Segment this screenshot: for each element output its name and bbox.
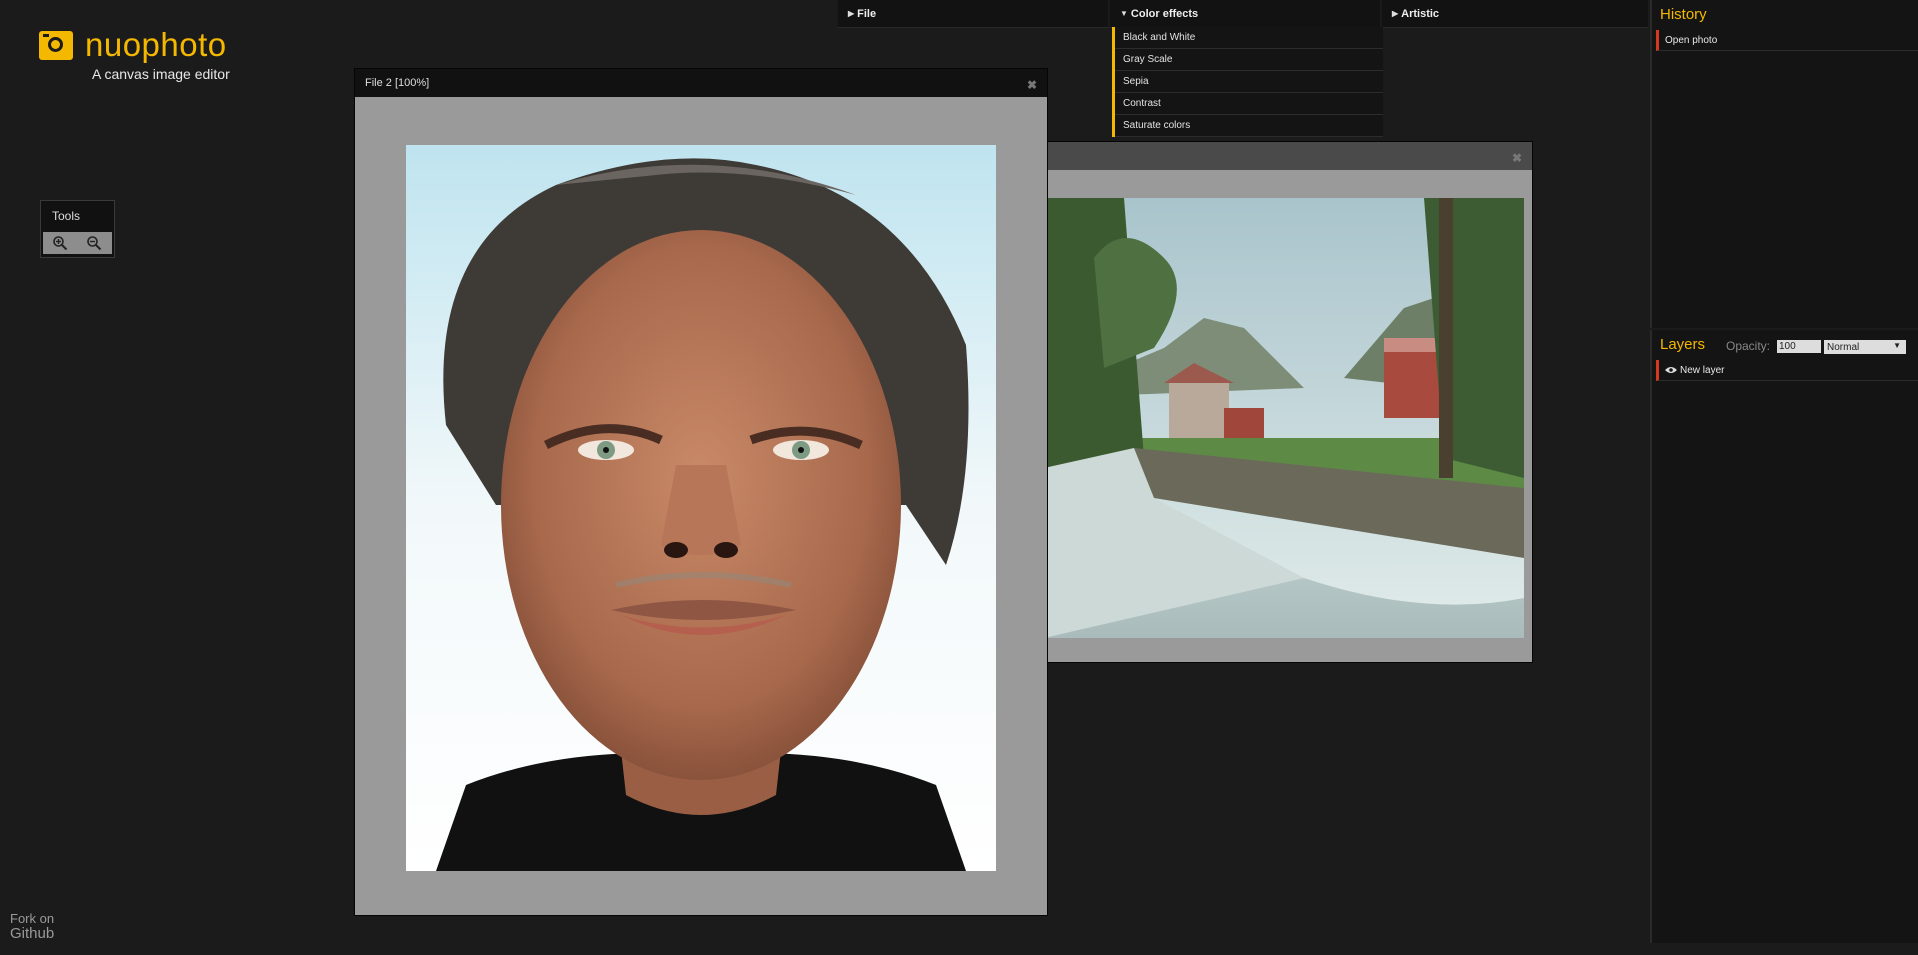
window-title: File 2 [100%] bbox=[365, 77, 430, 89]
zoom-in-icon bbox=[53, 236, 68, 251]
menu-color-effects-label: Color effects bbox=[1130, 7, 1199, 20]
github-label: Github bbox=[10, 925, 55, 942]
portrait-canvas[interactable] bbox=[406, 145, 996, 871]
zoom-out-button[interactable] bbox=[77, 232, 111, 254]
landscape-image bbox=[1044, 198, 1524, 638]
close-icon[interactable]: ✖ bbox=[1512, 151, 1522, 165]
app-title: nuophoto bbox=[85, 26, 227, 63]
triangle-down-icon: ▼ bbox=[1120, 9, 1128, 18]
menu-file[interactable]: ▶ File bbox=[838, 0, 1108, 28]
app-subtitle: A canvas image editor bbox=[92, 66, 230, 82]
menu-artistic[interactable]: ▶ Artistic bbox=[1382, 0, 1648, 28]
zoom-in-button[interactable] bbox=[43, 232, 77, 254]
tools-buttons bbox=[43, 232, 112, 254]
window-titlebar[interactable]: File 2 [100%] bbox=[355, 69, 1047, 97]
menu-item-contrast[interactable]: Contrast bbox=[1115, 93, 1383, 115]
eye-icon[interactable] bbox=[1665, 366, 1677, 374]
triangle-right-icon: ▶ bbox=[848, 9, 855, 18]
menu-color-effects[interactable]: ▼ Color effects bbox=[1110, 0, 1380, 28]
history-item-open-photo[interactable]: Open photo bbox=[1656, 30, 1918, 51]
opacity-input[interactable] bbox=[1777, 340, 1821, 353]
menu-item-sepia[interactable]: Sepia bbox=[1115, 71, 1383, 93]
triangle-right-icon: ▶ bbox=[1392, 9, 1399, 18]
menu-item-black-and-white[interactable]: Black and White bbox=[1115, 27, 1383, 49]
image-window-file2[interactable]: File 2 [100%] ✖ bbox=[354, 68, 1048, 916]
layers-title: Layers bbox=[1660, 336, 1706, 353]
blend-mode-select[interactable]: Normal ▼ bbox=[1824, 340, 1906, 354]
layer-item-new-layer[interactable]: New layer bbox=[1656, 360, 1918, 381]
close-icon[interactable]: ✖ bbox=[1027, 78, 1037, 92]
menu-item-saturate-colors[interactable]: Saturate colors bbox=[1115, 115, 1383, 137]
layer-label: New layer bbox=[1680, 364, 1725, 376]
color-effects-dropdown: Black and White Gray Scale Sepia Contras… bbox=[1112, 27, 1383, 137]
blend-mode-value: Normal bbox=[1827, 341, 1860, 353]
fork-label: Fork on bbox=[10, 911, 55, 926]
window-titlebar[interactable] bbox=[1044, 142, 1532, 170]
zoom-out-icon bbox=[87, 236, 102, 251]
portrait-image bbox=[406, 145, 996, 871]
image-window-landscape[interactable]: ✖ bbox=[1043, 141, 1533, 663]
tools-title: Tools bbox=[52, 209, 81, 223]
fork-on-github-link[interactable]: Fork on Github bbox=[10, 911, 54, 941]
layers-panel: Layers Opacity: Normal ▼ New layer bbox=[1650, 330, 1918, 943]
opacity-label: Opacity: bbox=[1726, 339, 1771, 353]
menu-artistic-label: Artistic bbox=[1401, 7, 1440, 20]
chevron-down-icon: ▼ bbox=[1893, 341, 1901, 350]
tools-panel: Tools bbox=[40, 200, 115, 258]
history-title: History bbox=[1660, 6, 1707, 23]
menu-item-gray-scale[interactable]: Gray Scale bbox=[1115, 49, 1383, 71]
menu-file-label: File bbox=[857, 7, 877, 20]
landscape-canvas[interactable] bbox=[1044, 198, 1524, 638]
camera-icon bbox=[39, 31, 73, 60]
history-panel: History Open photo bbox=[1650, 0, 1918, 328]
